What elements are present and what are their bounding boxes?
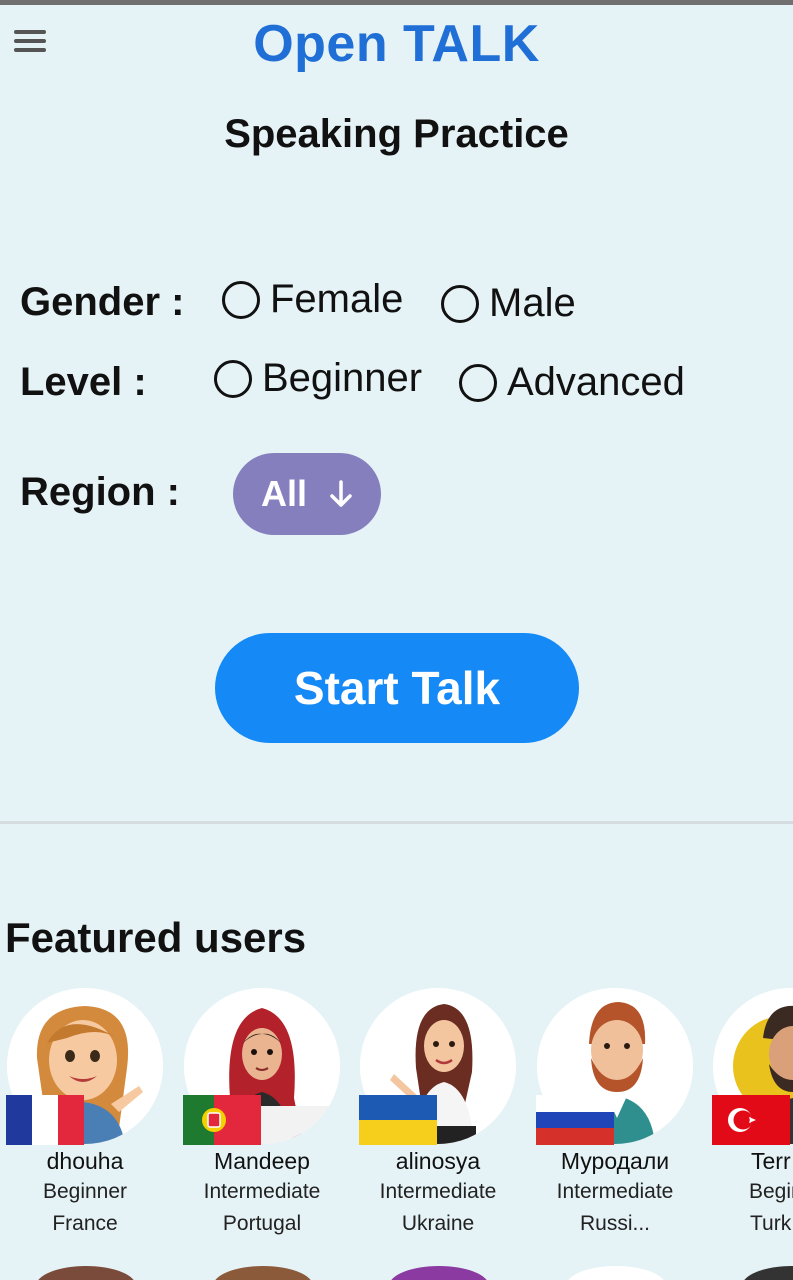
radio-circle-icon	[222, 280, 260, 319]
user-country: Portugal	[222, 1212, 302, 1235]
user-level: Intermediate	[556, 1180, 674, 1203]
radio-circle-icon	[441, 284, 479, 323]
featured-user-card[interactable]: Terr Begin Turk	[706, 988, 793, 1248]
region-dropdown-button[interactable]: All	[233, 453, 381, 535]
region-label: Region :	[20, 470, 180, 514]
featured-users-title: Featured users	[5, 914, 307, 961]
radio-circle-icon	[214, 359, 252, 398]
user-level: Intermediate	[379, 1180, 497, 1203]
russia-flag-icon	[536, 1095, 614, 1145]
radio-circle-icon	[459, 363, 497, 402]
level-option-label: Beginner	[262, 356, 423, 400]
level-label: Level :	[20, 360, 147, 404]
france-flag-icon	[6, 1095, 84, 1145]
start-talk-button[interactable]: Start Talk	[215, 633, 579, 743]
featured-user-card[interactable]: alinosya Intermediate Ukraine	[353, 988, 523, 1248]
level-radio-advanced[interactable]: Advanced	[459, 360, 685, 405]
gender-radio-male[interactable]: Male	[441, 281, 576, 326]
section-divider	[0, 821, 793, 824]
user-country: France	[52, 1212, 118, 1235]
level-radio-beginner[interactable]: Beginner	[214, 356, 422, 401]
featured-user-card[interactable]: dhouha Beginner France	[0, 988, 170, 1248]
user-country: Turk	[750, 1212, 792, 1235]
gender-radio-female[interactable]: Female	[222, 277, 403, 322]
gender-option-label: Male	[489, 281, 576, 325]
turkey-flag-icon	[712, 1095, 790, 1145]
status-bar-edge	[0, 0, 793, 5]
user-country: Ukraine	[401, 1212, 475, 1235]
region-value: All	[260, 473, 307, 514]
featured-user-card[interactable]: Mandeep Intermediate Portugal	[177, 988, 347, 1248]
user-country: Russi...	[579, 1212, 650, 1235]
user-name: Муродали	[560, 1148, 670, 1174]
app-title: Open TALK	[253, 15, 540, 73]
portugal-flag-icon	[183, 1095, 261, 1145]
gender-label: Gender :	[20, 280, 185, 324]
user-name: dhouha	[46, 1148, 124, 1174]
user-level: Begin	[749, 1180, 793, 1203]
next-row-avatars-peek	[0, 1266, 793, 1280]
level-option-label: Advanced	[507, 360, 685, 404]
user-name: alinosya	[395, 1148, 481, 1174]
featured-user-card[interactable]: Муродали Intermediate Russi...	[530, 988, 700, 1248]
user-name: Terr	[751, 1148, 791, 1174]
arrow-down-icon	[330, 480, 352, 507]
user-name: Mandeep	[214, 1148, 310, 1174]
user-level: Intermediate	[203, 1180, 321, 1203]
user-level: Beginner	[42, 1180, 128, 1203]
ukraine-flag-icon	[359, 1095, 437, 1145]
page-title: Speaking Practice	[224, 112, 569, 156]
gender-option-label: Female	[270, 277, 404, 321]
featured-users-list: dhouha Beginner France Mandeep Intermedi…	[0, 988, 793, 1248]
